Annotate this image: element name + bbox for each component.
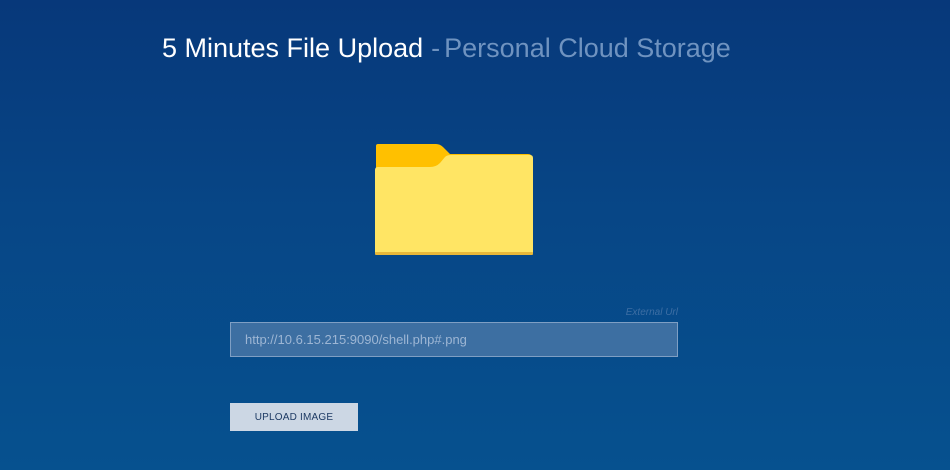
page-subtitle: Personal Cloud Storage: [444, 33, 731, 63]
folder-icon: [374, 142, 534, 258]
external-url-label: External Url: [625, 307, 678, 318]
title-separator: -: [431, 33, 441, 63]
upload-image-button[interactable]: UPLOAD IMAGE: [230, 403, 358, 431]
page-title: 5 Minutes File Upload: [162, 33, 424, 63]
page-header: 5 Minutes File Upload - Personal Cloud Sto…: [162, 30, 731, 66]
external-url-input[interactable]: [230, 322, 678, 357]
